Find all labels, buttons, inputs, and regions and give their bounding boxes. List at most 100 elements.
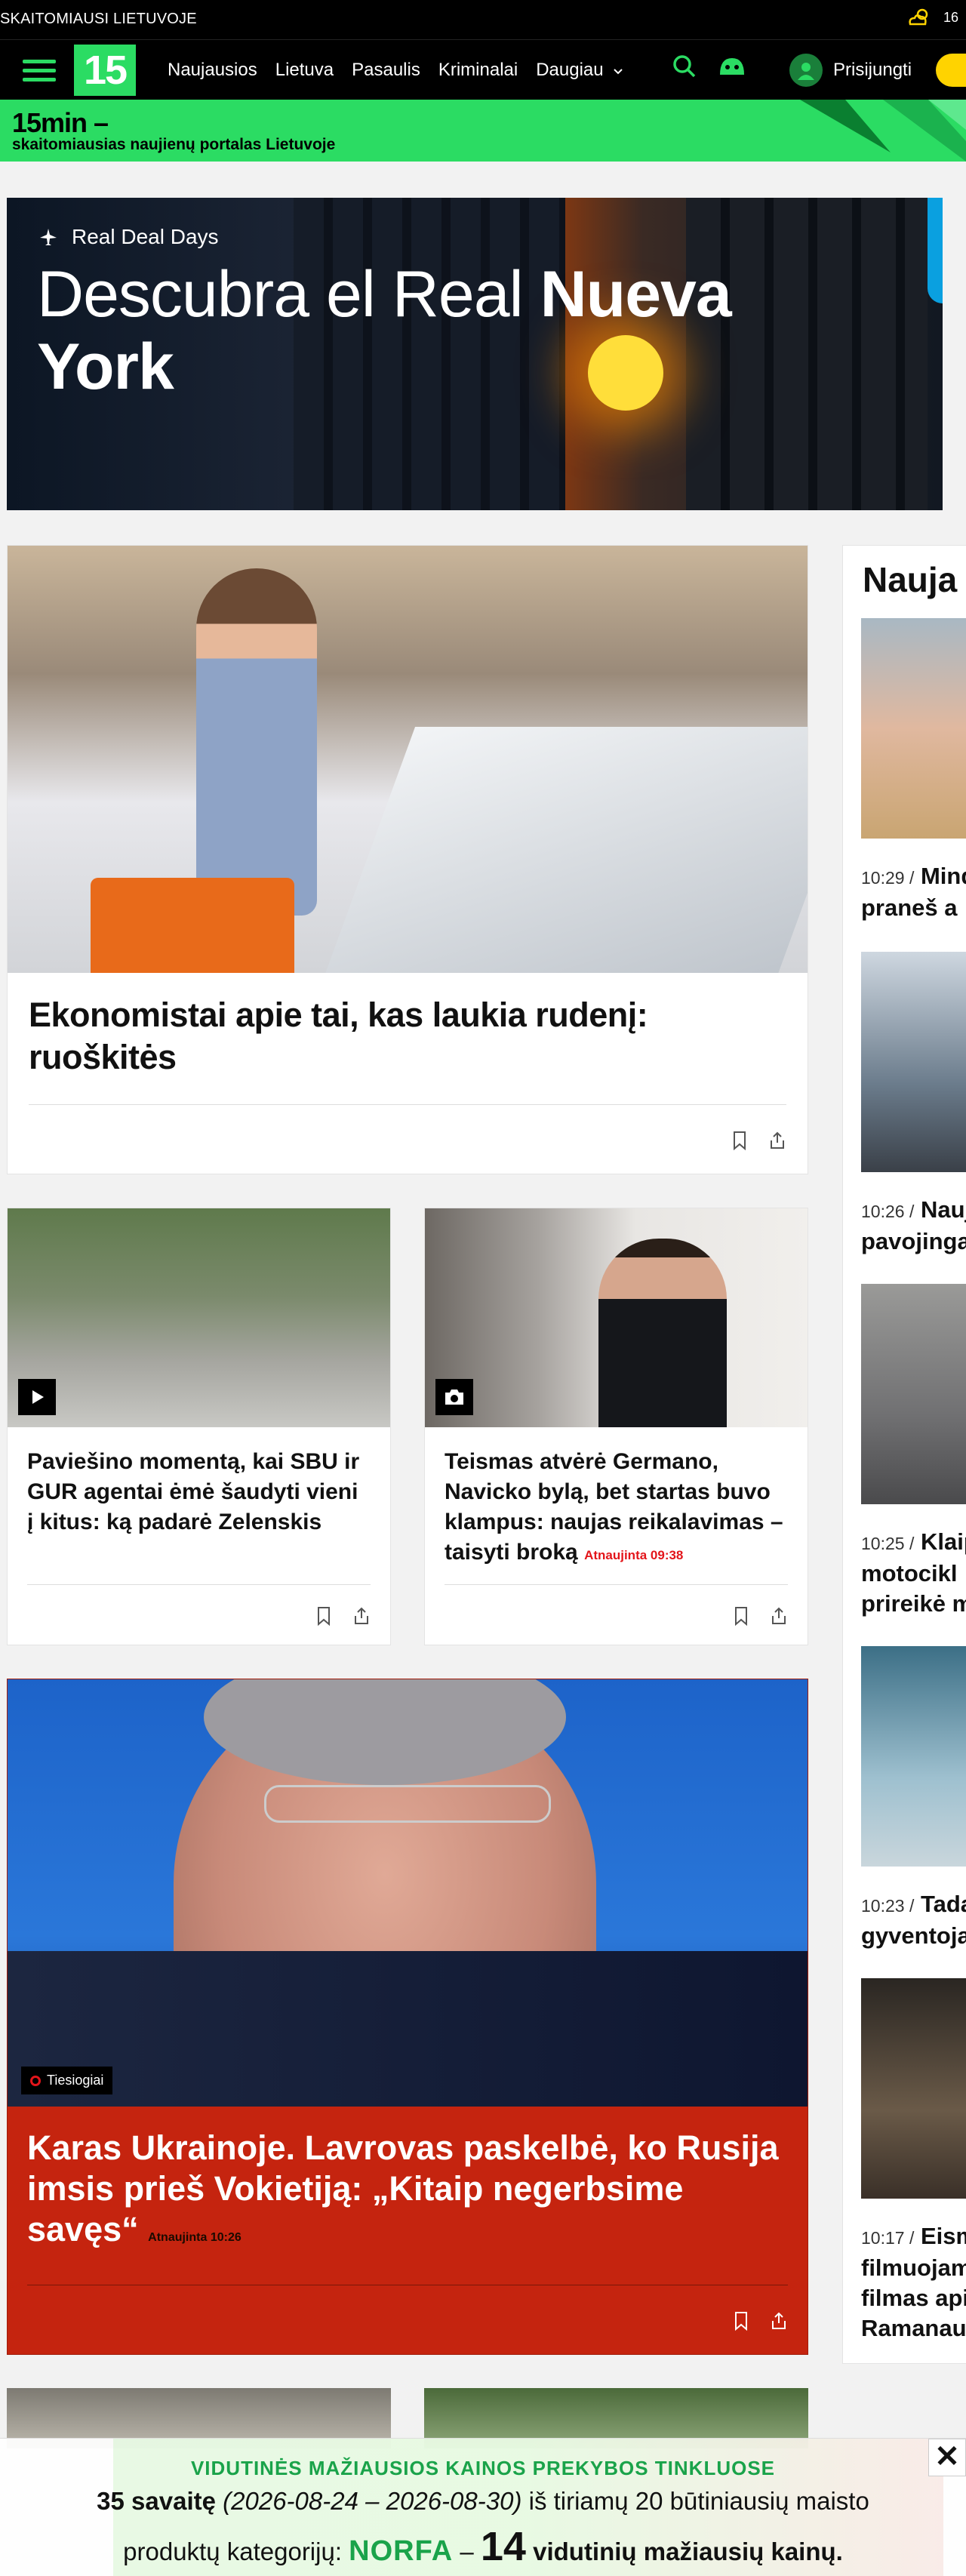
airplane-icon xyxy=(40,229,57,245)
sidebar-item-text[interactable]: 10:23 / Tada gyventoja xyxy=(861,1889,966,1951)
sidebar-item[interactable]: 10:23 / Tada gyventoja xyxy=(861,1646,966,1951)
ad-subtitle: Real Deal Days xyxy=(38,225,219,249)
top-strip: SKAITOMIAUSI LIETUVOJE 16 xyxy=(0,0,966,39)
sidebar-item-line: Tada xyxy=(920,1891,966,1917)
site-logo[interactable]: 15 xyxy=(74,45,136,96)
bookmark-icon[interactable] xyxy=(731,1131,749,1150)
nav-link-lietuva[interactable]: Lietuva xyxy=(275,60,334,81)
gallery-badge xyxy=(435,1379,473,1415)
sidebar-heading: Nauja xyxy=(863,560,958,599)
sidebar-item-image[interactable] xyxy=(861,1646,966,1867)
sidebar-item-text[interactable]: 10:29 / Mind praneš a xyxy=(861,861,966,923)
tagline: SKAITOMIAUSI LIETUVOJE xyxy=(0,11,197,27)
sidebar-item[interactable]: 10:25 / Klaip motocikl prireikė m xyxy=(861,1284,966,1619)
share-icon[interactable] xyxy=(770,2311,788,2331)
article-row: Paviešino momentą, kai SBU ir GUR agenta… xyxy=(7,1208,808,1645)
bookmark-icon[interactable] xyxy=(315,1606,333,1626)
sidebar-item-line: filmuojam xyxy=(861,2254,966,2281)
live-dot-icon xyxy=(30,2075,41,2086)
ad-line-2: 35 savaitę (2026-08-24 – 2026-08-30) iš … xyxy=(0,2487,966,2516)
weather-widget[interactable]: 16 xyxy=(906,6,958,29)
ad-side-card xyxy=(928,198,943,303)
sidebar-item-line: filmas api xyxy=(861,2285,966,2311)
nav-links: Naujausios Lietuva Pasaulis Kriminalai D… xyxy=(168,60,623,81)
sidebar-item[interactable]: 10:29 / Mind praneš a xyxy=(861,618,966,923)
assistant-icon[interactable] xyxy=(717,54,747,79)
login-button[interactable]: Prisijungti xyxy=(789,54,912,87)
article-card-live[interactable]: Tiesiogiai Karas Ukrainoje. Lavrovas pas… xyxy=(7,1679,808,2355)
premium-pill[interactable] xyxy=(936,54,966,87)
article-image[interactable] xyxy=(8,546,808,973)
article-actions xyxy=(29,1104,786,1174)
sidebar-item-line: prireikė m xyxy=(861,1590,966,1617)
image-woman xyxy=(196,568,317,916)
sidebar-item-line: gyventoja xyxy=(861,1922,966,1949)
sidebar-item-image[interactable] xyxy=(861,618,966,839)
article-card-main[interactable]: Ekonomistai apie tai, kas laukia rudenį:… xyxy=(7,545,808,1174)
chevron-down-icon xyxy=(614,69,623,75)
ad-headline-c: York xyxy=(37,331,174,403)
video-badge xyxy=(18,1379,56,1415)
ad-dash: – xyxy=(453,2538,481,2565)
nav-link-pasaulis[interactable]: Pasaulis xyxy=(352,60,420,81)
ad-banner[interactable]: Real Deal Days Descubra el Real Nueva Yor… xyxy=(7,198,943,510)
nav-link-kriminalai[interactable]: Kriminalai xyxy=(438,60,518,81)
article-title[interactable]: Karas Ukrainoje. Lavrovas paskelbė, ko R… xyxy=(8,2107,808,2285)
brand-band: 15min – skaitomiausias naujienų portalas… xyxy=(0,100,966,162)
bookmark-icon[interactable] xyxy=(732,1606,750,1626)
ad-line-3b: vidutinių mažiausių kainų. xyxy=(525,2538,843,2565)
menu-icon[interactable] xyxy=(23,60,56,82)
brand-name: 15min – xyxy=(12,107,109,138)
close-ad-button[interactable]: ✕ xyxy=(928,2439,966,2476)
main-nav: 15 Naujausios Lietuva Pasaulis Kriminala… xyxy=(0,39,966,100)
sidebar-item-line: Ramanaus xyxy=(861,2315,966,2341)
sticky-bottom-ad[interactable]: VIDUTINĖS MAŽIAUSIOS KAINOS PREKYBOS TIN… xyxy=(0,2438,966,2576)
sidebar-item-image[interactable] xyxy=(861,1978,966,2199)
share-icon[interactable] xyxy=(352,1606,371,1626)
article-actions xyxy=(445,1584,788,1645)
sidebar-item-image[interactable] xyxy=(861,1284,966,1504)
ad-headline-b: Nueva xyxy=(540,258,732,331)
share-icon[interactable] xyxy=(770,1606,788,1626)
latest-sidebar: Nauja 10:29 / Mind praneš a 10:26 / Nauj p… xyxy=(842,545,966,2364)
camera-icon xyxy=(445,1390,463,1405)
image-man xyxy=(598,1239,727,1427)
search-icon[interactable] xyxy=(672,54,697,79)
live-badge-label: Tiesiogiai xyxy=(47,2073,104,2088)
sidebar-item-line: pavojinga xyxy=(861,1228,966,1254)
sidebar-item-image[interactable] xyxy=(861,952,966,1172)
nav-link-naujausios[interactable]: Naujausios xyxy=(168,60,257,81)
nav-link-daugiau[interactable]: Daugiau xyxy=(536,60,623,81)
sidebar-item-time: 10:17 / xyxy=(861,2228,915,2248)
article-image[interactable] xyxy=(425,1208,808,1427)
article-title[interactable]: Ekonomistai apie tai, kas laukia rudenį:… xyxy=(8,973,808,1104)
sidebar-item[interactable]: 10:26 / Nauj pavojinga xyxy=(861,952,966,1257)
sidebar-item-time: 10:23 / xyxy=(861,1896,915,1916)
bookmark-icon[interactable] xyxy=(732,2311,750,2331)
share-icon[interactable] xyxy=(768,1131,786,1150)
sidebar-item-text[interactable]: 10:17 / Eism filmuojam filmas api Ramanaus xyxy=(861,2221,966,2344)
brand-slogan: skaitomiausias naujienų portalas Lietuvo… xyxy=(12,136,336,153)
sidebar-item-time: 10:25 / xyxy=(861,1534,915,1553)
sidebar-item-line: motocikl xyxy=(861,1560,958,1587)
ad-headline-a: Descubra el Real xyxy=(37,258,540,331)
sidebar-item[interactable]: 10:17 / Eism filmuojam filmas api Ramanaus xyxy=(861,1978,966,2344)
article-image[interactable] xyxy=(8,1208,390,1427)
sidebar-item-line: Mind xyxy=(920,863,966,889)
article-image[interactable]: Tiesiogiai xyxy=(8,1679,808,2107)
article-title[interactable]: Paviešino momentą, kai SBU ir GUR agenta… xyxy=(8,1427,390,1584)
article-card-court[interactable]: Teismas atvėrė Germano, Navicko bylą, be… xyxy=(424,1208,808,1645)
sidebar-item-text[interactable]: 10:26 / Nauj pavojinga xyxy=(861,1195,966,1257)
image-cart xyxy=(91,878,294,973)
updated-label: Atnaujinta 09:38 xyxy=(584,1548,684,1562)
ad-subtitle-text: Real Deal Days xyxy=(72,225,219,248)
article-card-sbu[interactable]: Paviešino momentą, kai SBU ir GUR agenta… xyxy=(7,1208,391,1645)
user-avatar-icon xyxy=(789,54,823,87)
ad-line-3a: produktų kategorijų: xyxy=(123,2538,349,2565)
article-title[interactable]: Teismas atvėrė Germano, Navicko bylą, be… xyxy=(425,1427,808,1584)
ad-brand: NORFA xyxy=(349,2535,454,2567)
main-column: Ekonomistai apie tai, kas laukia rudenį:… xyxy=(7,545,808,2448)
sidebar-item-text[interactable]: 10:25 / Klaip motocikl prireikė m xyxy=(861,1527,966,1619)
ad-count: 14 xyxy=(480,2524,526,2569)
article-actions xyxy=(27,2285,788,2354)
